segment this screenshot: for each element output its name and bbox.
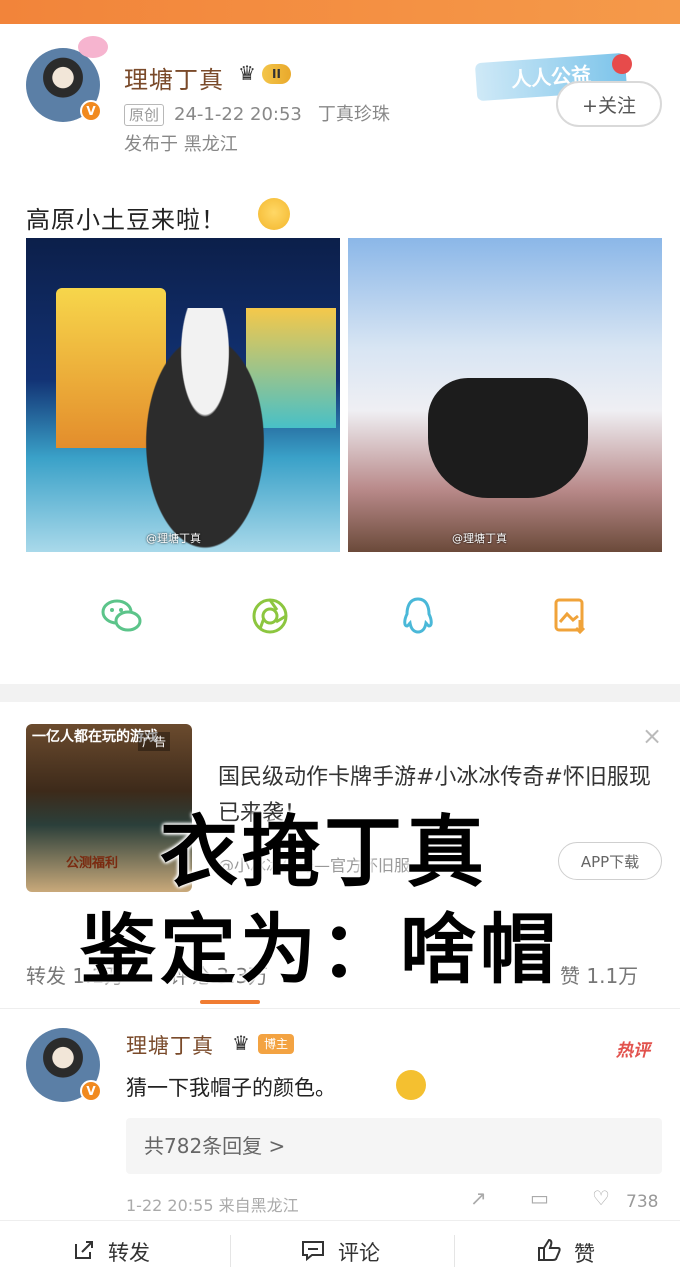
active-tab-underline	[200, 1000, 260, 1004]
post-username[interactable]: 理塘丁真	[124, 60, 224, 95]
comment-avatar[interactable]: V	[26, 1028, 102, 1102]
comment-username[interactable]: 理塘丁真	[126, 1030, 214, 1060]
post-card: V 理塘丁真 ♛ II 原创 24-1-22 20:53 丁真珍珠 发布于 黑龙江 …	[0, 24, 680, 684]
like-label: 赞	[574, 1241, 595, 1266]
hot-comment-tag: 热评	[616, 1041, 650, 1061]
thumbs-up-icon	[536, 1237, 562, 1268]
comment-text: 猜一下我帽子的颜色。	[126, 1076, 336, 1100]
person-figure	[130, 308, 280, 552]
replies-link[interactable]: 共782条回复 >	[126, 1118, 662, 1174]
section-gap	[0, 684, 680, 702]
app-download-button[interactable]: APP下载	[558, 842, 662, 880]
top-status-strip	[0, 0, 680, 24]
comment-label: 评论	[338, 1241, 380, 1265]
crown-icon: ♛	[232, 1031, 250, 1055]
divider	[0, 1008, 680, 1009]
photo-watermark: @理塘丁真	[146, 532, 201, 545]
qq-icon[interactable]	[396, 594, 440, 638]
level-badge: II	[262, 64, 291, 84]
post-photo-1[interactable]: @理塘丁真	[26, 238, 340, 552]
photo-watermark: @理塘丁真	[452, 532, 507, 545]
avatar[interactable]: V	[26, 36, 108, 122]
verified-badge-icon: V	[80, 100, 102, 122]
verified-badge-icon: V	[80, 1080, 102, 1102]
comment-like-count: 738	[626, 1192, 659, 1212]
post-location: 发布于 黑龙江	[124, 134, 238, 155]
bar-separator	[454, 1235, 455, 1267]
like-icon[interactable]: ♡	[592, 1186, 610, 1210]
ad-label: 广告	[138, 732, 171, 751]
comment-footer: 1-22 20:55 来自黑龙江	[126, 1196, 299, 1215]
post-photo-2[interactable]: @理塘丁真	[348, 238, 662, 552]
post-timestamp: 24-1-22 20:53	[174, 104, 302, 125]
like-button[interactable]: 赞	[536, 1237, 595, 1268]
ad-thumb-caption: 公测福利	[66, 856, 119, 871]
host-badge: 博主	[258, 1034, 295, 1054]
bar-separator	[230, 1235, 231, 1267]
repost-label: 转发	[108, 1241, 150, 1265]
meme-caption-line-1: 衣掩丁真	[160, 808, 489, 898]
wechat-icon[interactable]	[100, 594, 144, 638]
cowboy-emoji-icon	[396, 1070, 426, 1100]
save-image-icon[interactable]	[548, 594, 592, 638]
comment-button[interactable]: 评论	[300, 1237, 380, 1267]
reply-icon[interactable]: ▭	[530, 1186, 549, 1210]
comment-icon	[300, 1238, 326, 1267]
share-icon[interactable]: ↗	[470, 1186, 487, 1210]
post-source[interactable]: 丁真珍珠	[318, 104, 390, 125]
follow-button[interactable]: +关注	[556, 81, 662, 127]
repost-button[interactable]: 转发	[72, 1237, 150, 1267]
meme-caption-line-2: 鉴定为：啥帽	[80, 905, 560, 994]
like-count[interactable]: 赞 1.1万	[560, 960, 638, 989]
crown-icon: ♛	[238, 61, 256, 85]
avatar-decoration	[78, 36, 108, 58]
face-mask	[428, 378, 588, 498]
repost-icon	[72, 1238, 96, 1267]
moments-icon[interactable]	[248, 594, 292, 638]
post-text: 高原小土豆来啦！	[26, 206, 226, 234]
bottom-action-bar: 转发 评论 赞	[0, 1220, 680, 1280]
post-meta: 原创 24-1-22 20:53 丁真珍珠	[124, 100, 390, 126]
close-icon[interactable]: ×	[642, 724, 666, 748]
share-row	[0, 594, 680, 654]
sticker-mascot-icon	[612, 54, 632, 74]
blush-emoji-icon	[258, 198, 290, 230]
original-tag: 原创	[124, 104, 165, 126]
hot-comment: V 理塘丁真 ♛ 博主 热评 猜一下我帽子的颜色。 共782条回复 > 1-22…	[0, 1010, 680, 1220]
